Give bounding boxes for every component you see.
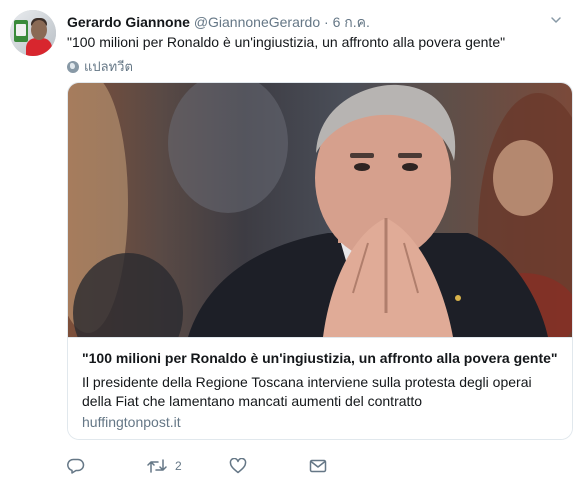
reply-button[interactable] <box>67 458 85 474</box>
avatar[interactable] <box>10 10 56 56</box>
timestamp[interactable]: 6 ก.ค. <box>333 14 370 30</box>
translate-label[interactable]: แปลทวีต <box>84 56 133 77</box>
card-body[interactable]: "100 milioni per Ronaldo è un'ingiustizi… <box>68 337 572 439</box>
card-title[interactable]: "100 milioni per Ronaldo è un'ingiustizi… <box>82 350 558 366</box>
reply-icon <box>67 458 85 474</box>
direct-message-button[interactable] <box>309 458 327 474</box>
author-handle[interactable]: @GiannoneGerardo <box>194 14 320 30</box>
tweet-text: "100 milioni per Ronaldo è un'ingiustizi… <box>67 34 506 50</box>
heart-icon <box>229 458 247 474</box>
link-card[interactable]: "100 milioni per Ronaldo è un'ingiustizi… <box>67 82 573 440</box>
card-domain[interactable]: huffingtonpost.it <box>82 414 181 430</box>
card-description: Il presidente della Regione Toscana inte… <box>82 374 532 409</box>
tweet[interactable]: Gerardo Giannone @GiannoneGerardo · 6 ก.… <box>0 0 579 478</box>
tweet-actions: 2 <box>67 458 367 478</box>
like-button[interactable] <box>229 458 247 474</box>
separator-dot: · <box>324 14 329 30</box>
author-name[interactable]: Gerardo Giannone <box>67 14 190 30</box>
card-image[interactable] <box>68 83 572 337</box>
retweet-count: 2 <box>175 459 182 473</box>
tweet-header: Gerardo Giannone @GiannoneGerardo · 6 ก.… <box>67 12 370 34</box>
retweet-button[interactable]: 2 <box>147 458 182 474</box>
envelope-icon <box>309 459 327 473</box>
globe-icon <box>67 60 79 73</box>
retweet-icon <box>147 459 167 473</box>
chevron-down-icon[interactable] <box>550 14 562 26</box>
translate-link[interactable]: แปลทวีต <box>67 56 133 77</box>
